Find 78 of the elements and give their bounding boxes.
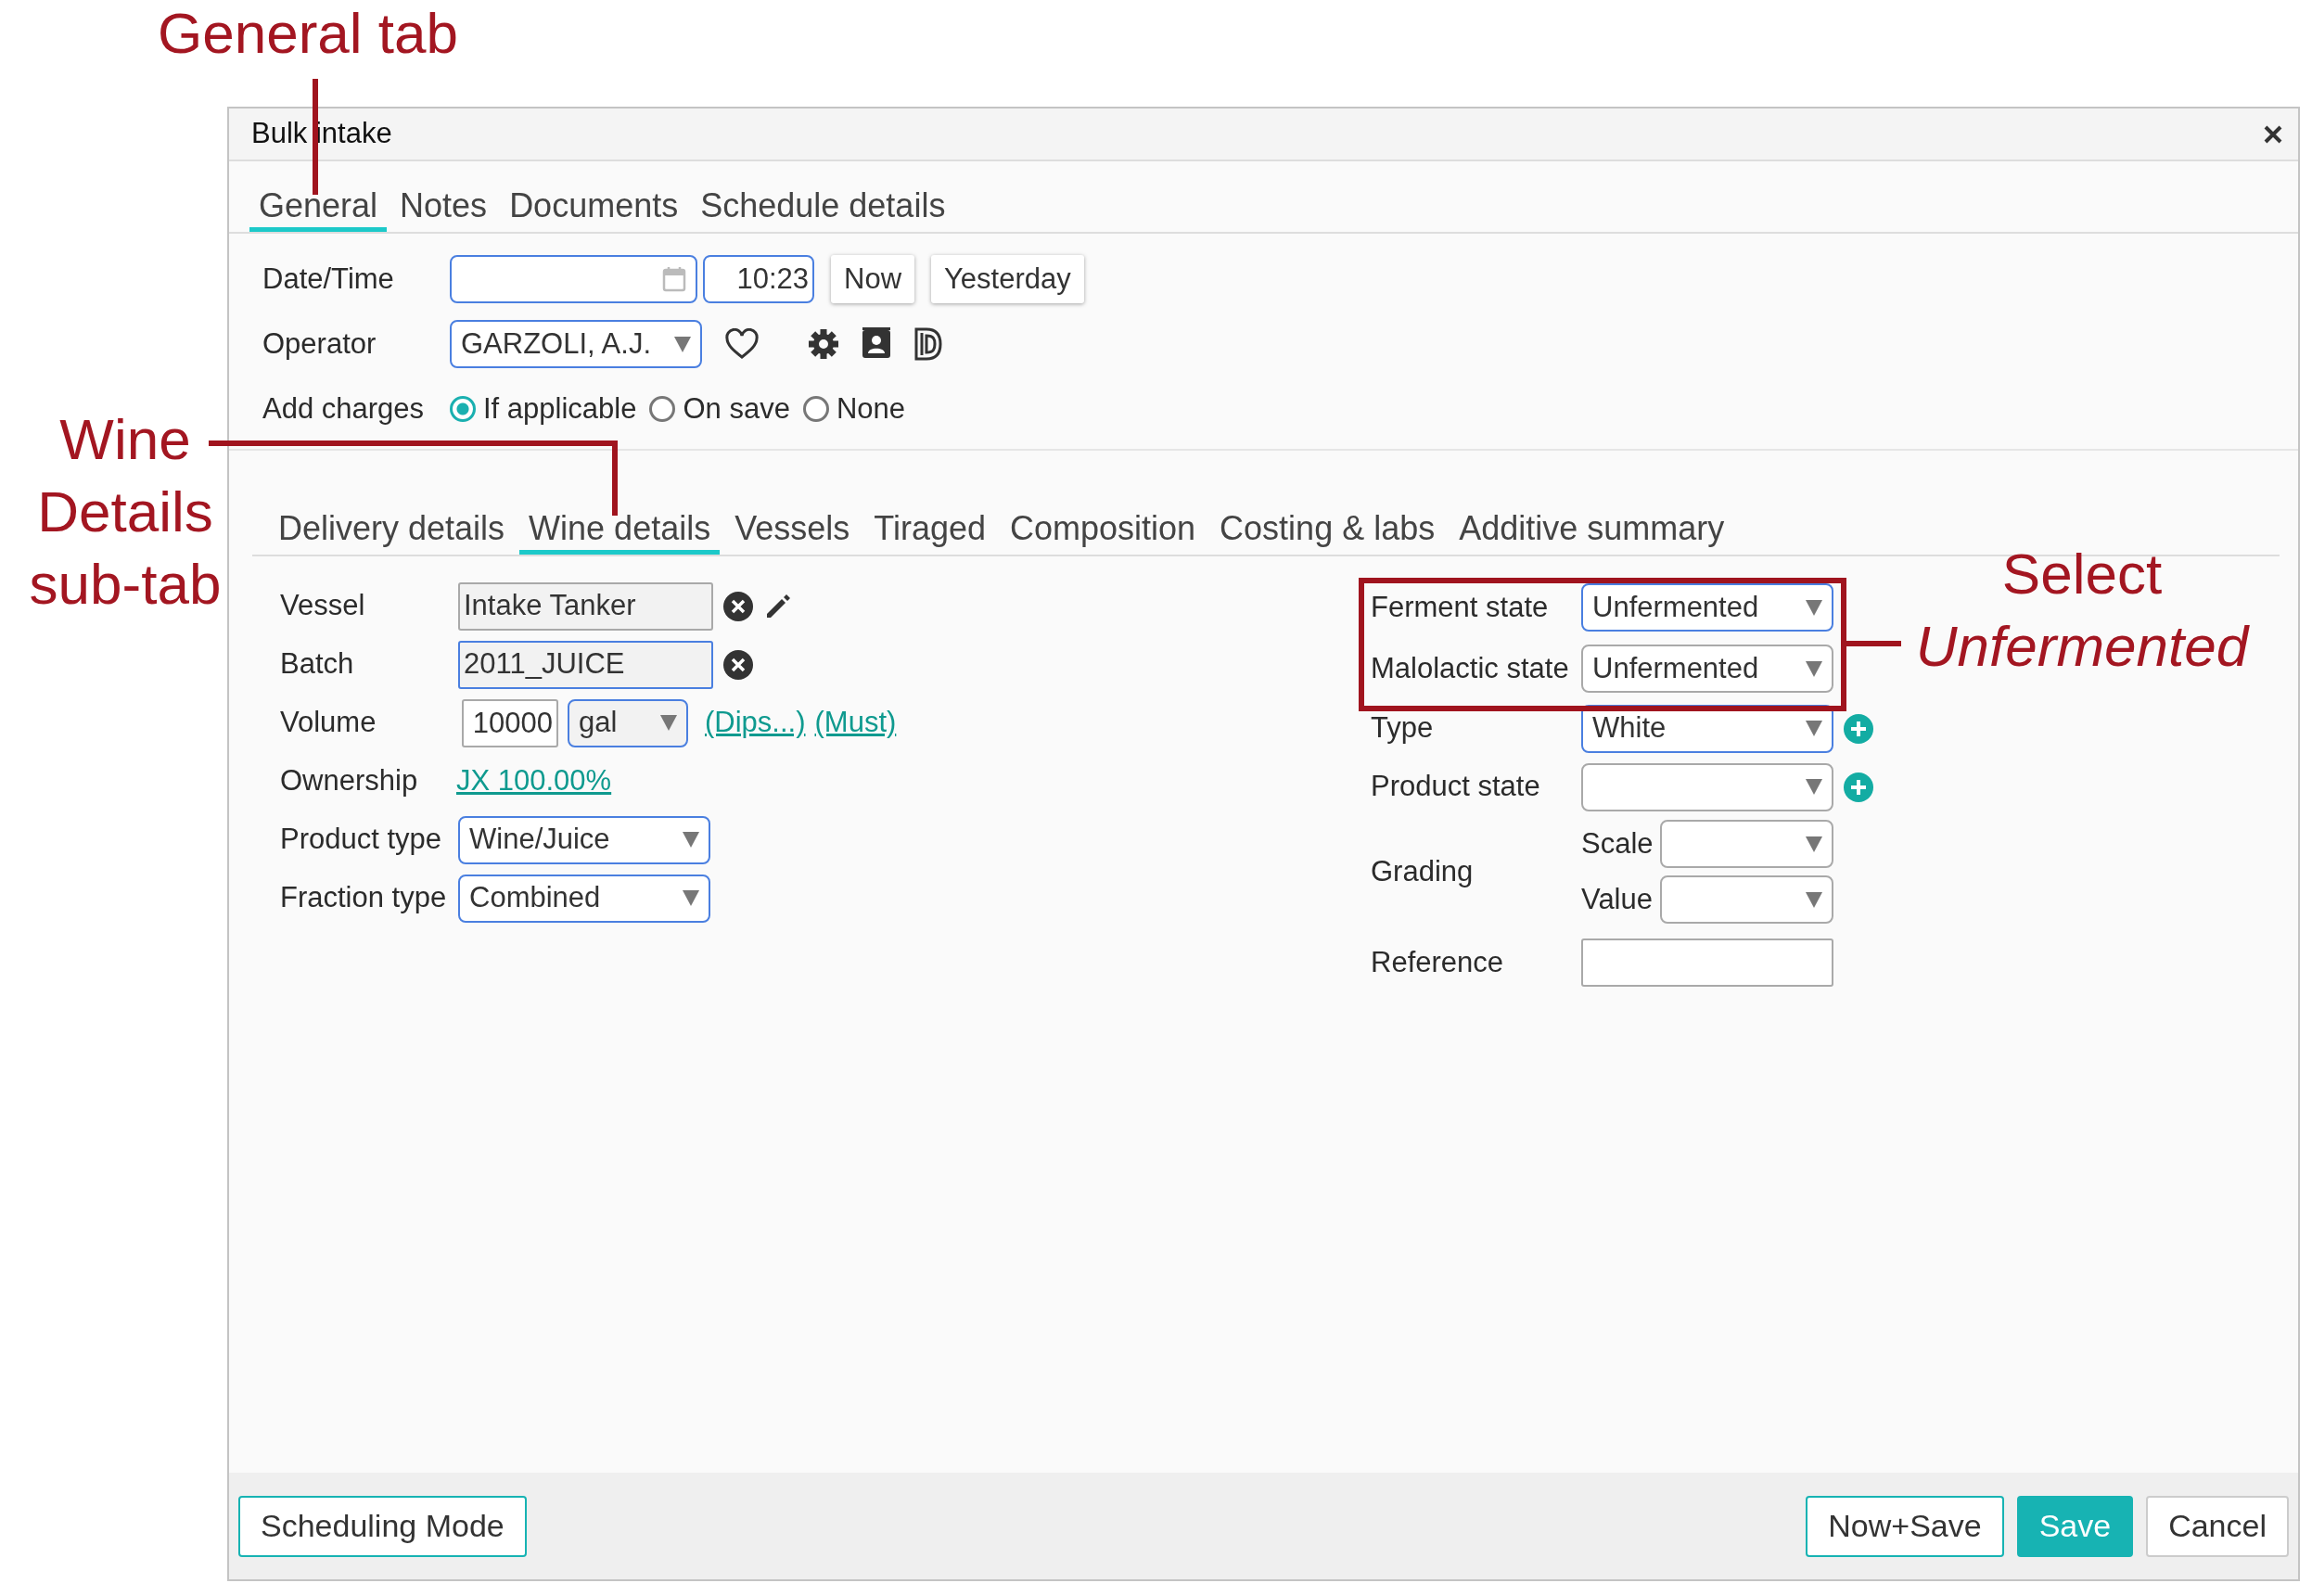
select-field[interactable]: Unfermented bbox=[1581, 645, 1833, 694]
select-field[interactable] bbox=[1660, 820, 1833, 869]
date-field[interactable] bbox=[450, 255, 697, 303]
text-field[interactable]: 2011_JUICE bbox=[458, 640, 713, 689]
radio-button[interactable] bbox=[450, 396, 476, 422]
plus-icon[interactable] bbox=[1843, 771, 1874, 803]
tab[interactable]: Delivery details bbox=[269, 508, 515, 555]
tab[interactable]: Additive summary bbox=[1450, 508, 1734, 555]
time-field[interactable]: 10:23 bbox=[703, 255, 814, 303]
radio-button[interactable] bbox=[649, 396, 676, 422]
field-label: Volume bbox=[280, 705, 377, 741]
contact-card-icon[interactable] bbox=[862, 327, 891, 361]
tab[interactable]: Documents bbox=[500, 185, 688, 232]
footer-button[interactable]: Now+Save bbox=[1806, 1495, 2004, 1557]
caret-icon bbox=[1806, 891, 1822, 908]
caret-icon bbox=[1806, 836, 1822, 852]
leader-line bbox=[1846, 641, 1901, 646]
tab[interactable]: Vessels bbox=[725, 508, 860, 555]
text-field[interactable] bbox=[1581, 938, 1833, 988]
field-label: Product state bbox=[1371, 769, 1541, 805]
select-field[interactable] bbox=[1660, 875, 1833, 925]
clear-icon[interactable] bbox=[722, 590, 754, 622]
field-label: Vessel bbox=[280, 588, 366, 624]
caret-icon bbox=[1806, 721, 1822, 737]
tab[interactable]: Tiraged bbox=[864, 508, 995, 555]
field-label: Scale bbox=[1581, 825, 1654, 862]
field-label: Date/Time bbox=[262, 261, 395, 297]
tab[interactable]: Schedule details bbox=[691, 185, 955, 232]
field-label: Add charges bbox=[262, 390, 426, 427]
tab[interactable]: Costing & labs bbox=[1210, 508, 1445, 555]
callout-label: Select Unfermented bbox=[1914, 541, 2251, 680]
field-label: Fraction type bbox=[280, 880, 448, 916]
field-label: Grading bbox=[1371, 853, 1475, 889]
footer-button[interactable]: Cancel bbox=[2146, 1495, 2289, 1557]
footer-button[interactable]: Scheduling Mode bbox=[238, 1495, 527, 1557]
select-field[interactable]: Wine/Juice bbox=[458, 815, 710, 864]
tab[interactable]: Composition bbox=[1001, 508, 1206, 555]
plus-icon[interactable] bbox=[1843, 712, 1874, 745]
caret-icon bbox=[1806, 599, 1822, 616]
select-field[interactable]: Unfermented bbox=[1581, 583, 1833, 632]
caret-icon bbox=[660, 715, 677, 732]
callout-label: Wine Details sub-tab bbox=[28, 406, 223, 618]
field-label: Value bbox=[1581, 881, 1654, 917]
tab[interactable]: Notes bbox=[390, 185, 497, 232]
tab[interactable]: Wine details bbox=[519, 508, 721, 555]
document-icon[interactable] bbox=[913, 327, 943, 361]
gear-icon[interactable] bbox=[808, 328, 839, 360]
field-label: Operator bbox=[262, 326, 377, 362]
field-label: Batch bbox=[280, 646, 355, 683]
field-label: Product type bbox=[280, 822, 443, 858]
field-label: Type bbox=[1371, 710, 1435, 747]
caret-icon bbox=[1806, 779, 1822, 796]
time-button[interactable]: Now bbox=[831, 255, 914, 303]
radio-label[interactable]: On save bbox=[683, 387, 790, 431]
tab[interactable]: General bbox=[249, 185, 388, 232]
amount-field[interactable]: 10000 bbox=[462, 698, 558, 747]
radio-label[interactable]: If applicable bbox=[483, 387, 637, 431]
select-field[interactable] bbox=[1581, 762, 1833, 811]
select-field[interactable]: GARZOLI, A.J. bbox=[450, 320, 702, 368]
caret-icon bbox=[683, 890, 699, 907]
heart-icon[interactable] bbox=[724, 328, 760, 360]
field-label: Malolactic state bbox=[1371, 650, 1570, 686]
field-label: Ferment state bbox=[1371, 589, 1550, 625]
caret-icon bbox=[1806, 660, 1822, 677]
select-field[interactable]: Combined bbox=[458, 874, 710, 923]
field-label: Ownership bbox=[280, 763, 419, 799]
callout-label: General tab bbox=[158, 0, 459, 67]
caret-icon bbox=[674, 336, 691, 352]
caret-icon bbox=[683, 832, 699, 849]
radio-label[interactable]: None bbox=[836, 387, 905, 431]
time-button[interactable]: Yesterday bbox=[931, 255, 1084, 303]
clear-icon[interactable] bbox=[722, 648, 754, 681]
window-title: Bulk intake bbox=[251, 116, 392, 152]
field-label: Reference bbox=[1371, 944, 1505, 980]
radio-button[interactable] bbox=[802, 396, 829, 422]
close-icon[interactable] bbox=[2263, 123, 2283, 145]
text-field[interactable]: Intake Tanker bbox=[458, 581, 713, 631]
select-field[interactable]: gal bbox=[568, 698, 688, 747]
